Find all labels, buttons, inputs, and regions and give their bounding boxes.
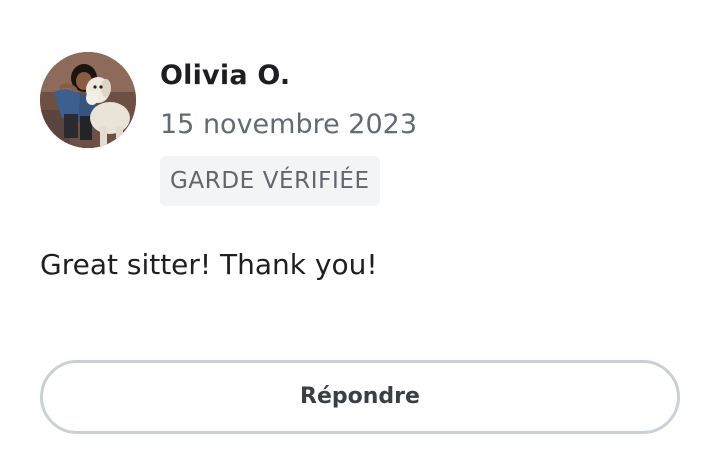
reply-button[interactable]: Répondre bbox=[40, 360, 680, 434]
reviewer-name: Olivia O. bbox=[160, 60, 291, 91]
avatar bbox=[40, 52, 136, 148]
verified-stay-badge: GARDE VÉRIFIÉE bbox=[160, 156, 380, 206]
avatar-photo-icon bbox=[40, 52, 136, 148]
review-text: Great sitter! Thank you! bbox=[40, 248, 378, 281]
review-card: Olivia O. 15 novembre 2023 GARDE VÉRIFIÉ… bbox=[0, 0, 720, 476]
review-date: 15 novembre 2023 bbox=[160, 109, 418, 140]
